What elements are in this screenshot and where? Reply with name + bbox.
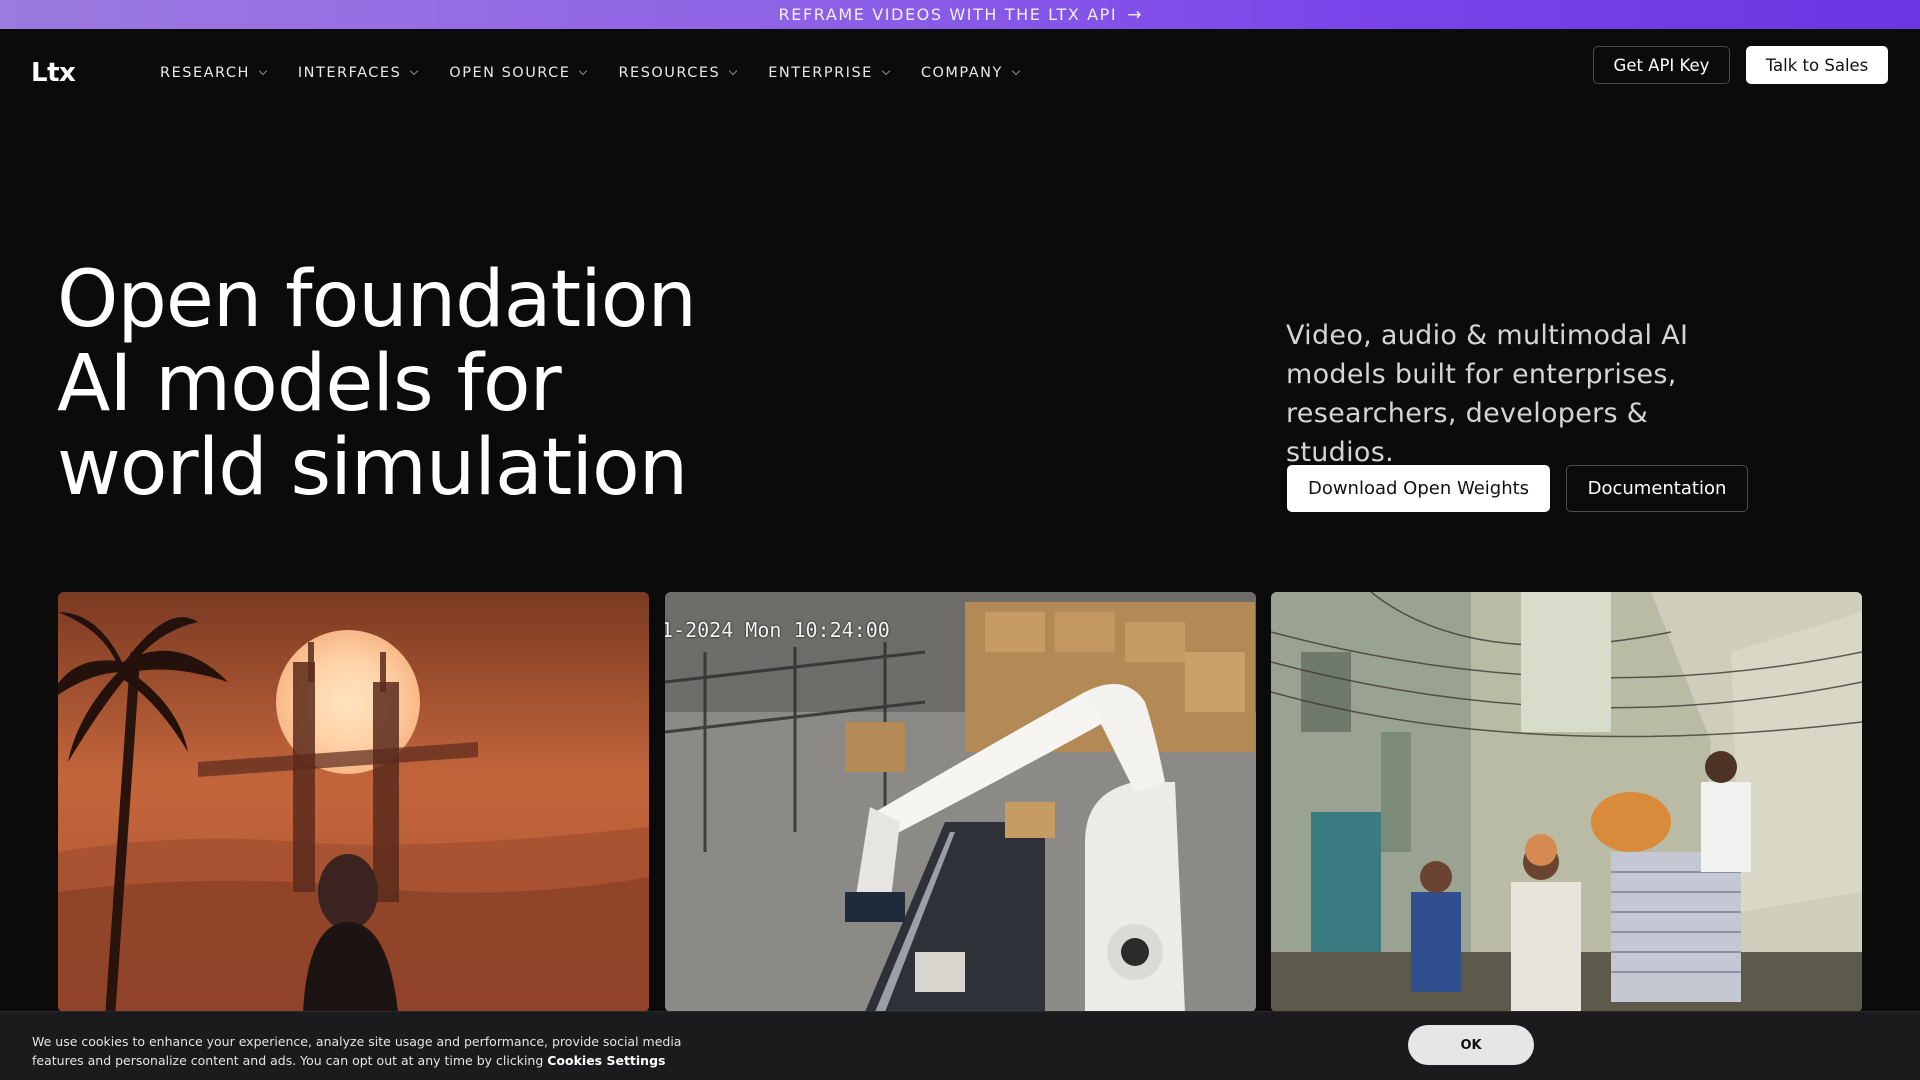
warehouse-robot-arm-video[interactable]: 1-2024 Mon 10:24:00 xyxy=(665,592,1256,1012)
documentation-button[interactable]: Documentation xyxy=(1566,465,1748,512)
menu-item-label: OPEN SOURCE xyxy=(449,65,571,81)
menu-item-open-source[interactable]: OPEN SOURCE xyxy=(449,65,588,81)
street-worker-paper-stack-video[interactable] xyxy=(1271,592,1862,1012)
chevron-down-icon xyxy=(881,66,891,76)
get-api-key-button[interactable]: Get API Key xyxy=(1593,46,1730,84)
menu-item-label: RESOURCES xyxy=(618,65,721,81)
hero-title-line: Open foundation xyxy=(57,255,697,345)
chevron-down-icon xyxy=(410,66,419,76)
banner-text: REFRAME VIDEOS WITH THE LTX API xyxy=(778,5,1118,24)
warehouse-scene-image xyxy=(665,592,1256,1012)
street-scene-image xyxy=(1271,592,1862,1012)
arrow-right-icon: → xyxy=(1127,4,1142,25)
chevron-down-icon xyxy=(1011,66,1021,76)
chevron-down-icon xyxy=(579,66,588,76)
hero-subtitle: Video, audio & multimodal AI models buil… xyxy=(1286,320,1689,468)
timestamp-overlay: 1-2024 Mon 10:24:00 xyxy=(665,618,890,642)
menu-item-resources[interactable]: RESOURCES xyxy=(618,65,738,81)
main-menu: RESEARCH INTERFACES OPEN SOURCE RESOURCE… xyxy=(160,65,1051,81)
desert-scene-image xyxy=(58,592,649,1012)
top-navigation: Ltx RESEARCH INTERFACES OPEN SOURCE RESO… xyxy=(0,29,1920,121)
ltx-logo[interactable]: Ltx xyxy=(31,58,76,88)
cookie-message: We use cookies to enhance your experienc… xyxy=(32,1032,732,1070)
announcement-banner[interactable]: REFRAME VIDEOS WITH THE LTX API → xyxy=(0,0,1920,29)
talk-to-sales-button[interactable]: Talk to Sales xyxy=(1746,46,1888,84)
desert-futuristic-city-video[interactable] xyxy=(58,592,649,1012)
page: REFRAME VIDEOS WITH THE LTX API → Ltx RE… xyxy=(0,0,1920,1080)
menu-item-label: ENTERPRISE xyxy=(768,65,873,81)
menu-item-label: COMPANY xyxy=(920,65,1003,81)
menu-item-label: INTERFACES xyxy=(297,65,402,81)
hero-title-line: world simulation xyxy=(57,423,688,513)
cookies-settings-link[interactable]: Cookies Settings xyxy=(547,1053,665,1068)
menu-item-interfaces[interactable]: INTERFACES xyxy=(297,65,419,81)
cookie-consent-bar: We use cookies to enhance your experienc… xyxy=(0,1011,1920,1080)
chevron-down-icon xyxy=(729,66,738,76)
hero-title-line: AI models for xyxy=(57,339,562,429)
cookie-ok-button[interactable]: OK xyxy=(1408,1025,1534,1065)
menu-item-research[interactable]: RESEARCH xyxy=(160,65,268,81)
menu-item-enterprise[interactable]: ENTERPRISE xyxy=(768,65,891,81)
chevron-down-icon xyxy=(258,66,268,76)
download-open-weights-button[interactable]: Download Open Weights xyxy=(1287,465,1550,512)
hero-title: Open foundation AI models for world simu… xyxy=(57,258,777,510)
menu-item-label: RESEARCH xyxy=(160,65,250,81)
menu-item-company[interactable]: COMPANY xyxy=(920,65,1021,81)
